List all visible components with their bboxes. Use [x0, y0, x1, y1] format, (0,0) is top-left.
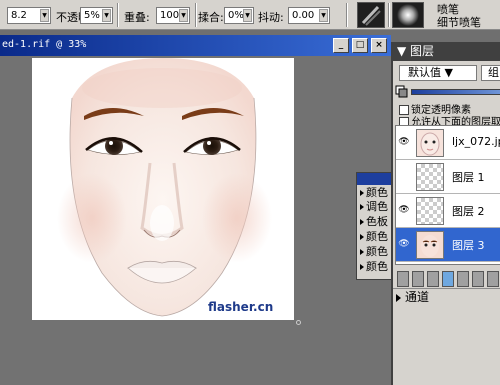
airbrush-icon	[361, 5, 381, 26]
overlap-dropdown-arrow[interactable]: ▼	[179, 9, 188, 22]
palette-item-color-info[interactable]: 颜色	[359, 261, 392, 274]
overlap-field[interactable]: 100% ▼	[156, 7, 190, 24]
close-button[interactable]: ×	[371, 38, 387, 53]
floating-palette-group: 颜色 调色 色板 颜色 颜色 颜色	[356, 172, 393, 280]
layer-thumbnail	[416, 129, 444, 157]
toolbar-divider	[346, 3, 348, 27]
brush-variant-button[interactable]	[392, 2, 424, 28]
composite-depth-select[interactable]: 组	[481, 65, 500, 81]
eye-icon[interactable]: 👁	[398, 136, 410, 148]
layer-commands-icon[interactable]	[427, 271, 439, 287]
brush-size-field[interactable]: 8.2 ▼	[7, 7, 51, 24]
toolbar-divider	[117, 3, 119, 27]
layer-opacity-icon	[395, 85, 408, 98]
layers-panel-title[interactable]: ▼ 图层	[393, 42, 500, 61]
opacity-value: 5%	[84, 10, 100, 21]
brush-size-value: 8.2	[11, 10, 27, 21]
new-layer-icon[interactable]	[442, 271, 454, 287]
dab-preview-icon	[397, 4, 419, 26]
eye-icon[interactable]: 👁	[398, 238, 410, 250]
expand-arrow-icon	[396, 294, 401, 302]
expand-arrow-icon	[360, 190, 364, 196]
palette-item-color[interactable]: 颜色	[359, 187, 392, 200]
blend-label: 揉合:	[198, 11, 224, 24]
channels-panel-header[interactable]: 通道	[393, 288, 500, 306]
jitter-value: 0.00	[292, 10, 315, 21]
layer-row-selected[interactable]: 👁 图层 3	[396, 228, 500, 262]
canvas-resize-handle[interactable]	[296, 320, 301, 325]
jitter-dropdown-arrow[interactable]: ▼	[319, 9, 328, 22]
layer-row[interactable]: 图层 1	[396, 160, 500, 194]
layer-row[interactable]: 👁 图层 2	[396, 194, 500, 228]
layer-thumbnail	[416, 231, 444, 259]
delete-layer-icon[interactable]	[487, 271, 499, 287]
blend-value: 0%	[228, 10, 244, 21]
watermark-text: flasher.cn	[208, 300, 274, 314]
layer-list: 👁 ljx_072.jpg 图层 1 👁 图层 2 👁 图层 3	[395, 125, 500, 265]
palette-item-swatches[interactable]: 色板	[359, 216, 392, 229]
layer-row[interactable]: 👁 ljx_072.jpg	[396, 126, 500, 160]
floating-palette-title-bar[interactable]	[357, 173, 392, 185]
opacity-dropdown-arrow[interactable]: ▼	[102, 9, 111, 22]
expand-arrow-icon	[360, 264, 364, 270]
toolbar-divider	[195, 3, 197, 27]
layer-name: 图层 2	[452, 205, 485, 218]
eye-hidden-icon[interactable]	[398, 170, 410, 182]
brush-variant-label: 细节喷笔	[437, 16, 481, 29]
palette-item-color-variability[interactable]: 颜色	[359, 246, 392, 259]
layer-mask-icon[interactable]	[457, 271, 469, 287]
painting-canvas[interactable]	[32, 58, 294, 320]
expand-arrow-icon	[360, 249, 364, 255]
eye-icon[interactable]: 👁	[398, 204, 410, 216]
size-dropdown-arrow[interactable]: ▼	[40, 9, 49, 22]
maximize-button[interactable]: □	[352, 38, 368, 53]
layer-name: 图层 1	[452, 171, 485, 184]
expand-arrow-icon	[360, 204, 364, 210]
layer-thumbnail	[416, 197, 444, 225]
blend-dropdown-arrow[interactable]: ▼	[243, 9, 252, 22]
palette-item-color-sets[interactable]: 颜色	[359, 231, 392, 244]
layer-adjuster-icon[interactable]	[397, 271, 409, 287]
document-title-bar[interactable]: ed-1.rif @ 33% _ □ ×	[0, 35, 391, 56]
layer-thumbnail	[416, 163, 444, 191]
minimize-button[interactable]: _	[333, 38, 349, 53]
tool-options-bar: 8.2 ▼ 不透明: 5% ▼ 重叠: 100% ▼ 揉合: 0% ▼ 抖动: …	[0, 0, 500, 30]
brush-category-button[interactable]	[357, 2, 385, 28]
layers-panel: ▼ 图层 默认值 ▼ 组 锁定透明像素 允许从下面的图层取 👁 ljx_072.…	[391, 42, 500, 385]
expand-arrow-icon	[360, 234, 364, 240]
jitter-field[interactable]: 0.00 ▼	[288, 7, 330, 24]
layer-name: ljx_072.jpg	[452, 135, 500, 148]
layer-opacity-row	[395, 85, 500, 99]
toolbar-divider	[388, 3, 390, 27]
opacity-field[interactable]: 5% ▼	[80, 7, 113, 24]
new-group-icon[interactable]	[472, 271, 484, 287]
expand-arrow-icon	[360, 219, 364, 225]
dynamic-plugin-icon[interactable]	[412, 271, 424, 287]
composite-method-select[interactable]: 默认值 ▼	[399, 65, 477, 81]
blend-field[interactable]: 0% ▼	[224, 7, 254, 24]
document-title: ed-1.rif @ 33%	[2, 39, 87, 50]
overlap-label: 重叠:	[124, 11, 150, 24]
face-painting	[32, 58, 294, 320]
layer-name: 图层 3	[452, 239, 485, 252]
layer-opacity-slider[interactable]	[411, 89, 500, 95]
palette-item-mixer[interactable]: 调色	[359, 201, 392, 214]
jitter-label: 抖动:	[258, 11, 284, 24]
